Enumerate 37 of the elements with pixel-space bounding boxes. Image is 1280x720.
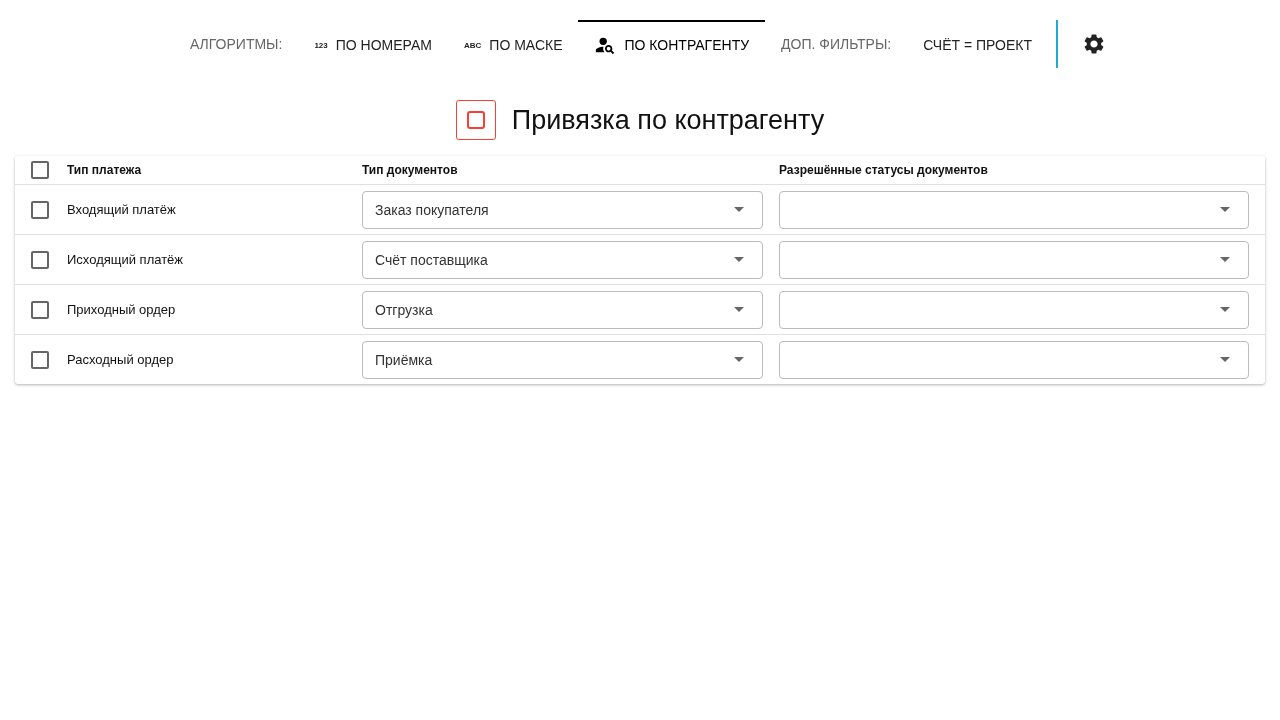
select-field[interactable]: Приёмка: [362, 340, 763, 379]
section-title: Привязка по контрагенту: [511, 104, 825, 136]
algorithm-tab[interactable]: ABC ПО МАСКЕ: [448, 20, 579, 68]
checkbox[interactable]: [31, 250, 49, 269]
table-cell-text: Приходный ордер: [67, 302, 177, 317]
algorithm-tab[interactable]: СЧЁТ = ПРОЕКТ: [907, 20, 1049, 68]
square-icon: [466, 111, 485, 129]
toolbar-label: ДОП. ФИЛЬТРЫ:: [780, 35, 893, 54]
caret-icon: [1220, 257, 1230, 262]
select-field[interactable]: [779, 190, 1249, 229]
table-cell-text: Расходный ордер: [67, 352, 175, 367]
caret-icon: [1220, 357, 1230, 362]
checkbox[interactable]: [31, 200, 49, 219]
algorithm-tab[interactable]: ПО КОНТРАГЕНТУ: [578, 20, 766, 68]
select-field[interactable]: [779, 290, 1249, 329]
caret-icon: [1220, 207, 1230, 212]
select-field[interactable]: Отгрузка: [362, 290, 763, 329]
checkbox[interactable]: [31, 161, 49, 179]
select-field[interactable]: [779, 240, 1249, 279]
column-header: Тип документов: [362, 163, 459, 177]
checkbox[interactable]: [31, 350, 49, 369]
table-cell-text: Исходящий платёж: [67, 252, 185, 267]
select-field[interactable]: Заказ покупателя: [362, 190, 763, 229]
caret-icon: [734, 257, 744, 262]
checkbox[interactable]: [31, 300, 49, 319]
caret-icon: [734, 307, 744, 312]
table-cell-text: Входящий платёж: [67, 202, 177, 217]
column-header: Тип платежа: [67, 163, 143, 177]
caret-icon: [734, 207, 744, 212]
column-header: Разрешённые статусы документов: [779, 163, 989, 177]
toolbar-label: АЛГОРИТМЫ:: [188, 35, 284, 54]
algorithm-tab[interactable]: 123 ПО НОМЕРАМ: [298, 20, 448, 68]
caret-icon: [734, 357, 744, 362]
stop-button[interactable]: [455, 100, 496, 140]
select-field[interactable]: [779, 340, 1249, 379]
select-field[interactable]: Счёт поставщика: [362, 240, 763, 279]
caret-icon: [1220, 307, 1230, 312]
